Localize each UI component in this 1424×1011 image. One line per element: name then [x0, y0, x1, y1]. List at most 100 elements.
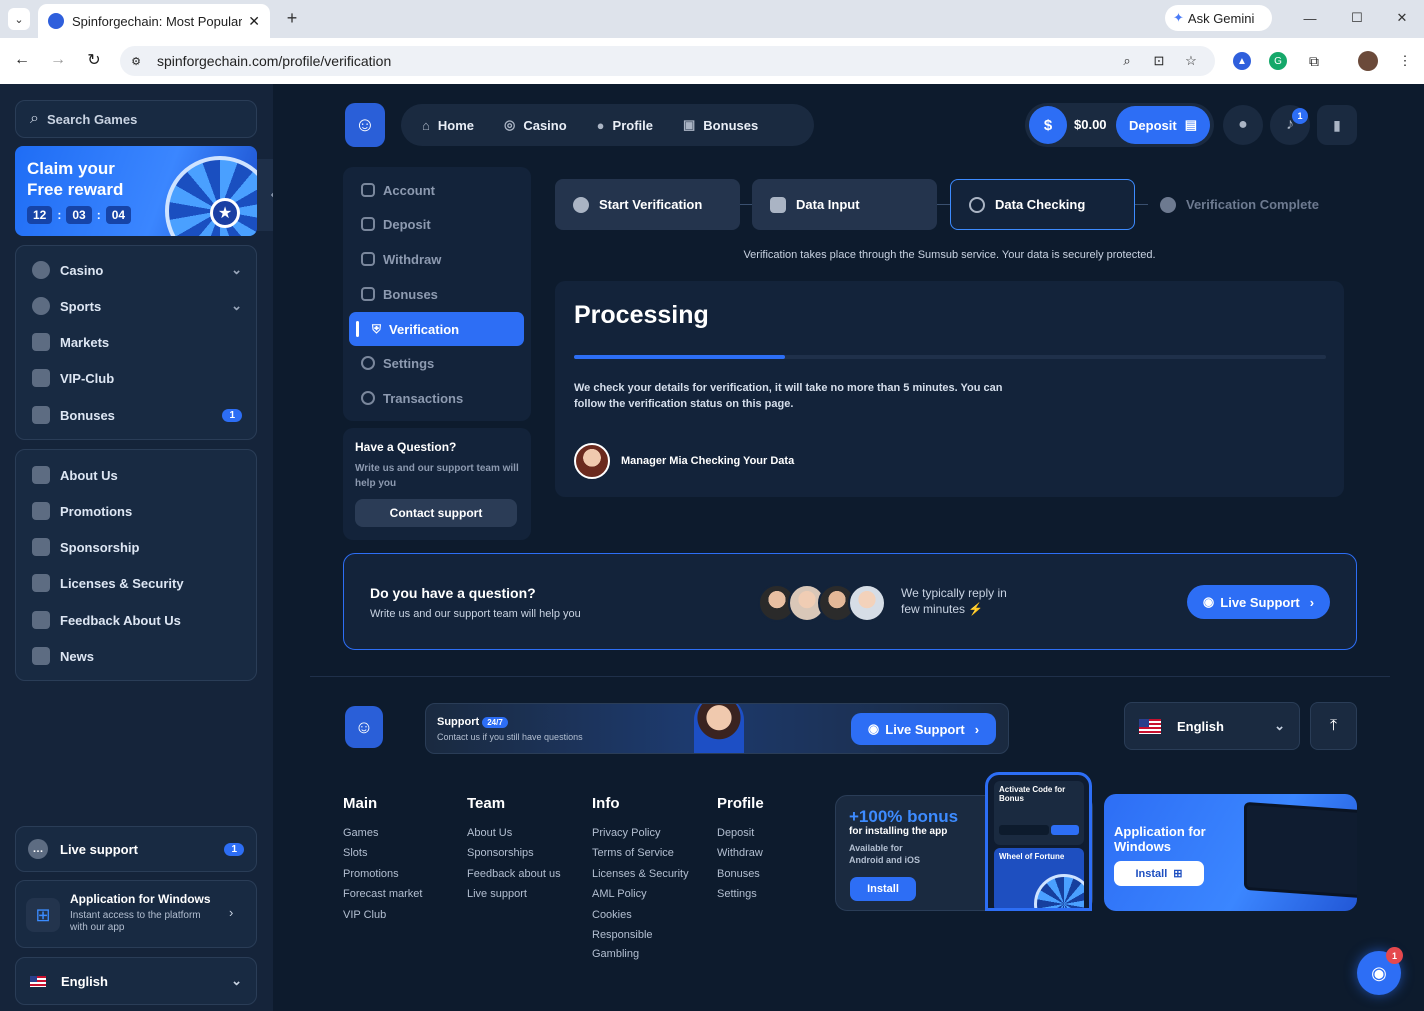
scroll-to-top-icon[interactable]: ⤒	[1310, 702, 1357, 750]
support-bar-text: Contact us if you still have questions	[437, 732, 583, 742]
profile-menu-account[interactable]: Account	[361, 175, 435, 205]
claim-reward-banner[interactable]: Claim your Free reward 12: 03: 04 ★	[15, 146, 257, 236]
profile-menu-settings[interactable]: Settings	[361, 348, 434, 378]
tab-list-icon[interactable]: ⌄	[8, 8, 30, 30]
sidebar-item-news[interactable]: News	[32, 639, 94, 673]
live-support-button[interactable]: … Live support 1	[15, 826, 257, 872]
language-select[interactable]: English ⌄	[15, 957, 257, 1005]
new-tab-icon[interactable]: +	[282, 8, 302, 28]
nav-bonuses[interactable]: ▣ Bonuses	[683, 117, 758, 133]
sidebar-item-label: Promotions	[60, 503, 133, 519]
grammarly-icon[interactable]: G	[1269, 52, 1287, 70]
sidebar-item-sports[interactable]: Sports ⌄	[32, 289, 242, 323]
mobile-install-button[interactable]: Install	[850, 877, 916, 901]
close-tab-icon[interactable]: ✕	[248, 13, 260, 30]
medal-icon	[32, 538, 50, 556]
casino-chip-icon	[32, 261, 50, 279]
minimize-icon[interactable]: —	[1300, 8, 1320, 28]
support-banner-text: Write us and our support team will help …	[370, 608, 581, 620]
nav-casino[interactable]: ◎ Casino	[504, 117, 567, 133]
footer-link[interactable]: Gambling	[592, 948, 639, 960]
profile-menu-transactions[interactable]: Transactions	[361, 383, 463, 413]
footer-link[interactable]: AML Policy	[592, 888, 647, 900]
deposit-label: Deposit	[1129, 117, 1177, 133]
windows-install-button[interactable]: Install ⊞	[1114, 861, 1204, 886]
footer-link[interactable]: Terms of Service	[592, 847, 674, 859]
sidebar-item-sponsorship[interactable]: Sponsorship	[32, 530, 139, 564]
deposit-button[interactable]: Deposit ▤	[1116, 106, 1210, 144]
footer-link[interactable]: Bonuses	[717, 868, 760, 880]
footer-link[interactable]: Privacy Policy	[592, 827, 660, 839]
site-logo[interactable]: ☺	[345, 103, 385, 147]
footer-link[interactable]: Withdraw	[717, 847, 763, 859]
sidebar-item-promotions[interactable]: Promotions	[32, 494, 132, 528]
footer-link[interactable]: About Us	[467, 827, 512, 839]
live-support-label: Live Support	[1220, 594, 1300, 610]
sidebar-item-casino[interactable]: Casino ⌄	[32, 253, 242, 287]
footer-language-select[interactable]: English ⌄	[1124, 702, 1300, 750]
menu-label: Deposit	[383, 216, 431, 232]
back-icon[interactable]: ←	[12, 50, 32, 70]
wallet-icon	[361, 217, 375, 231]
footer-link[interactable]: Forecast market	[343, 888, 422, 900]
sidebar-item-licenses[interactable]: Licenses & Security	[32, 566, 184, 600]
sidebar-item-markets[interactable]: Markets	[32, 325, 109, 359]
menu-label: Withdraw	[383, 251, 442, 267]
sidebar-item-feedback[interactable]: Feedback About Us	[32, 603, 181, 637]
footer-link[interactable]: Promotions	[343, 868, 399, 880]
nav-profile[interactable]: ● Profile	[597, 118, 653, 133]
install-app-icon[interactable]: ⊡	[1150, 52, 1168, 70]
footer-link[interactable]: Games	[343, 827, 378, 839]
site-info-icon[interactable]: ⚙	[128, 53, 144, 69]
reload-icon[interactable]: ↻	[84, 50, 104, 70]
footer-link[interactable]: Slots	[343, 847, 367, 859]
forward-icon[interactable]: →	[48, 50, 68, 70]
side-panel-icon[interactable]: ▮	[1317, 105, 1357, 145]
browser-tab[interactable]: Spinforgechain: Most Popular C ✕	[38, 4, 270, 38]
close-window-icon[interactable]: ✕	[1392, 8, 1412, 28]
step-label: Data Checking	[995, 197, 1086, 212]
bookmark-star-icon[interactable]: ☆	[1182, 52, 1200, 70]
chevron-down-icon: ⌄	[1274, 718, 1285, 733]
footer-link[interactable]: Cookies	[592, 909, 632, 921]
profile-menu-deposit[interactable]: Deposit	[361, 209, 431, 239]
contact-support-button[interactable]: Contact support	[355, 499, 517, 527]
extension-icon[interactable]: ▲	[1233, 52, 1251, 70]
profile-menu-bonuses[interactable]: Bonuses	[361, 279, 438, 309]
ask-gemini-button[interactable]: ✦ Ask Gemini	[1165, 5, 1272, 31]
address-bar[interactable]: ⚙ spinforgechain.com/profile/verificatio…	[120, 46, 1215, 76]
phone-activate-button	[1051, 825, 1079, 835]
user-account-icon[interactable]: ●	[1223, 105, 1263, 145]
chat-badge: 1	[1386, 947, 1403, 964]
windows-app-promo[interactable]: ⊞ Application for Windows Instant access…	[15, 880, 257, 948]
sidebar-item-vip-club[interactable]: VIP-Club	[32, 361, 114, 395]
footer-link[interactable]: Responsible	[592, 929, 653, 941]
footer-link[interactable]: Settings	[717, 888, 757, 900]
nav-home[interactable]: ⌂ Home	[422, 118, 474, 133]
footer-link[interactable]: Deposit	[717, 827, 754, 839]
language-label: English	[1177, 718, 1224, 734]
sidebar-item-about-us[interactable]: About Us	[32, 458, 118, 492]
profile-avatar[interactable]	[1358, 51, 1378, 71]
profile-menu-withdraw[interactable]: Withdraw	[361, 244, 441, 274]
footer-link[interactable]: Live support	[467, 888, 527, 900]
extensions-puzzle-icon[interactable]: ⧉	[1305, 52, 1323, 70]
zoom-icon[interactable]: ⌕	[1118, 52, 1136, 70]
footer-link[interactable]: VIP Club	[343, 909, 386, 921]
check-circle-icon	[1160, 196, 1176, 213]
profile-menu-verification[interactable]: ⛨ Verification	[349, 312, 524, 346]
footer-live-support-button[interactable]: ◉ Live Support ›	[851, 713, 996, 745]
phone-code-input	[999, 825, 1049, 835]
sidebar-item-bonuses[interactable]: Bonuses 1	[32, 398, 242, 432]
footer-link[interactable]: Feedback about us	[467, 868, 561, 880]
footer-link[interactable]: Sponsorships	[467, 847, 534, 859]
user-check-icon	[573, 196, 589, 213]
footer-link[interactable]: Licenses & Security	[592, 868, 689, 880]
search-input[interactable]: ⌕ Search Games	[15, 100, 257, 138]
live-support-button[interactable]: ◉ Live Support ›	[1187, 585, 1330, 619]
browser-menu-icon[interactable]: ⋮	[1396, 52, 1414, 70]
footer-divider	[310, 676, 1390, 677]
support-bar-title: Support 24/7	[437, 716, 508, 728]
footer-logo[interactable]: ☺	[345, 706, 383, 748]
maximize-icon[interactable]: ☐	[1348, 9, 1366, 27]
